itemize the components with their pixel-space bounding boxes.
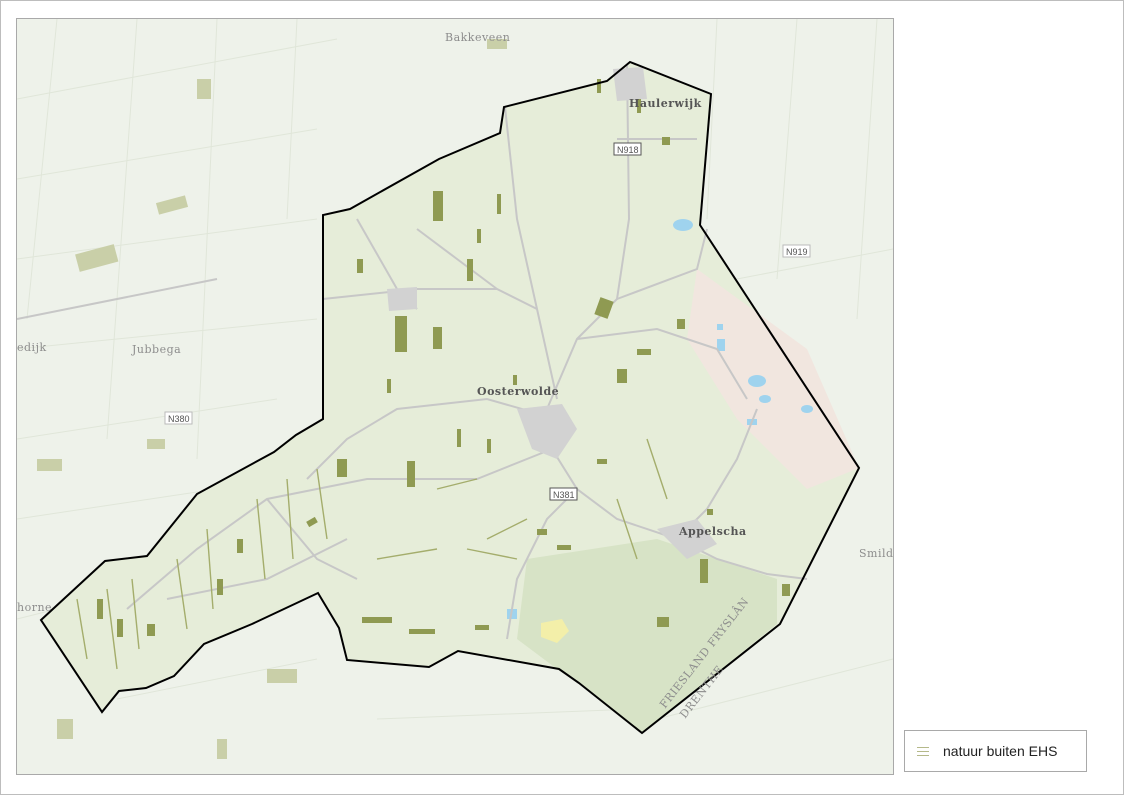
place-label-appelscha: Appelscha	[678, 525, 747, 538]
place-label-oosterwolde: Oosterwolde	[477, 385, 559, 398]
map-legend: natuur buiten EHS	[904, 730, 1087, 772]
svg-text:N918: N918	[617, 145, 639, 155]
place-label-edijk: edijk	[17, 341, 47, 354]
svg-text:N381: N381	[553, 490, 575, 500]
map-canvas[interactable]: N918 N919 N380 N381 Bakkeveen Haulerwijk…	[17, 19, 893, 774]
place-label-jubbega: Jubbega	[131, 343, 181, 356]
svg-text:N380: N380	[168, 414, 190, 424]
road-shield-n918: N918	[613, 142, 642, 156]
place-label-smild: Smild	[859, 547, 893, 560]
place-label-bakkeveen: Bakkeveen	[445, 31, 510, 44]
place-label-haulerwijk: Haulerwijk	[629, 97, 702, 110]
legend-label: natuur buiten EHS	[943, 743, 1058, 759]
road-shield-n380: N380	[164, 411, 193, 425]
hatched-swatch-icon	[917, 745, 929, 757]
svg-text:N919: N919	[786, 247, 808, 257]
place-label-horne: horne	[17, 601, 52, 614]
road-shield-n919: N919	[782, 244, 811, 258]
road-shield-n381: N381	[549, 487, 578, 501]
map-frame[interactable]: N918 N919 N380 N381 Bakkeveen Haulerwijk…	[16, 18, 894, 775]
